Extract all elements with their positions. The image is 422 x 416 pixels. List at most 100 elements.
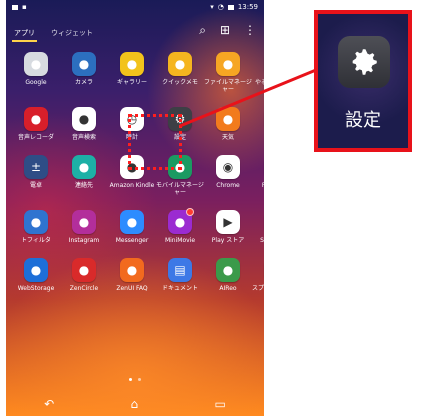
tab-apps[interactable]: アプリ	[12, 22, 37, 42]
icon-glyph: ●	[30, 112, 42, 126]
more-menu-icon[interactable]: ⋮	[244, 24, 256, 36]
app-tile[interactable]: ● AIReo	[204, 258, 252, 292]
icon-glyph: ●	[78, 263, 90, 277]
app-tile[interactable]: ● カメラ	[60, 52, 108, 93]
icon-glyph: ▶	[223, 215, 233, 229]
app-label: Amazon Kindle	[109, 182, 155, 189]
app-label: スプレッドシート	[252, 285, 264, 292]
calculator-icon[interactable]: ±	[24, 155, 48, 179]
quick-memo-icon[interactable]: ●	[168, 52, 192, 76]
app-tile[interactable]: ▦スプレッドシート	[252, 258, 264, 292]
icon-glyph: ●	[174, 57, 186, 71]
app-tile[interactable]: ● MiniMovie	[156, 208, 204, 244]
app-label: トフィルタ	[21, 237, 51, 244]
signal-icon: ▾	[210, 3, 214, 11]
app-tile[interactable]: ●やることリスト	[252, 52, 264, 93]
callout-zoom: 設定	[314, 10, 412, 152]
app-tile[interactable]: ● クイックメモ	[156, 52, 204, 93]
app-label: 音声レコーダ	[17, 134, 54, 141]
search-icon[interactable]: ⌕	[199, 24, 206, 36]
play-store-icon[interactable]: ▶	[216, 210, 240, 234]
app-grid: ●Google●カメラ●ギャラリー●クイックメモ●ファイルマネージャー●やること…	[12, 52, 264, 306]
navigation-bar: ↶ ⌂ ▭	[6, 392, 264, 416]
app-tile[interactable]: ●電子書籍	[252, 107, 265, 141]
app-tile[interactable]: ● Messenger	[108, 210, 156, 244]
app-tile[interactable]: ● ZenUI FAQ	[108, 258, 156, 292]
notification-badge	[186, 208, 194, 216]
icon-glyph: ●	[126, 57, 138, 71]
app-tile[interactable]: ● ZenCircle	[60, 258, 108, 292]
app-label: モバイルマネージャー	[156, 182, 204, 196]
callout-label: 設定	[345, 110, 381, 131]
app-tile[interactable]: ● WebStorage	[12, 258, 60, 292]
file-manager-icon[interactable]: ●	[216, 52, 240, 76]
home-icon[interactable]: ⌂	[131, 397, 139, 411]
page-dot	[138, 378, 141, 381]
icon-glyph: ●	[126, 215, 138, 229]
status-time: 13:59	[237, 3, 258, 11]
app-row: ● トフィルタ ● Instagram ● Messenger ● MiniMovie ▶ Pla…	[12, 208, 264, 244]
weather-icon[interactable]: ●	[216, 107, 240, 131]
gallery-icon[interactable]: ●	[120, 52, 144, 76]
app-label: 天気	[221, 134, 234, 141]
camera-icon[interactable]: ●	[72, 52, 96, 76]
webstorage-icon[interactable]: ●	[24, 258, 48, 282]
grid-view-icon[interactable]: ⊞	[220, 24, 230, 36]
zenui-faq-icon[interactable]: ●	[120, 258, 144, 282]
voice-search-icon[interactable]: ●	[72, 107, 96, 131]
app-tile[interactable]: ●SuperNote	[252, 210, 264, 244]
documents-icon[interactable]: ▤	[168, 258, 192, 282]
google-folder-icon[interactable]: ●	[24, 52, 48, 76]
recents-icon[interactable]: ▭	[214, 397, 225, 411]
chrome-icon[interactable]: ◉	[216, 155, 240, 179]
app-tile[interactable]: ● Google	[12, 52, 60, 93]
notification-icon	[12, 4, 18, 10]
app-tile[interactable]: ▤ ドキュメント	[156, 258, 204, 292]
tab-widgets[interactable]: ウィジェット	[51, 22, 93, 38]
icon-glyph: ●	[30, 215, 42, 229]
app-tile[interactable]: ● ファイルマネージャー	[204, 52, 252, 93]
icon-glyph: ●	[222, 112, 234, 126]
aireo-icon[interactable]: ●	[216, 258, 240, 282]
app-label: クイックメモ	[162, 79, 198, 86]
wifi-icon: ◔	[217, 3, 224, 11]
icon-glyph: ●	[78, 160, 90, 174]
status-bar: ▪ ▾ ◔ 13:59	[6, 0, 264, 14]
app-label: ファイルマネージャー	[204, 79, 252, 93]
app-tile[interactable]: ● 音声レコーダ	[12, 107, 60, 141]
voice-recorder-icon[interactable]: ●	[24, 107, 48, 131]
app-tile[interactable]: ± 電卓	[12, 155, 60, 196]
app-tile[interactable]: ◉ Chrome	[204, 155, 252, 196]
app-tile[interactable]: ● Instagram	[60, 210, 108, 244]
back-icon[interactable]: ↶	[44, 397, 54, 411]
contacts-icon[interactable]: ●	[72, 155, 96, 179]
app-tile[interactable]: ● 音声検索	[60, 107, 108, 141]
app-tile[interactable]: fFacebook	[252, 155, 264, 196]
minimovie-icon[interactable]: ●	[168, 208, 194, 234]
app-label: Google	[25, 79, 47, 86]
zencircle-icon[interactable]: ●	[72, 258, 96, 282]
app-label: WebStorage	[17, 285, 55, 292]
icon-glyph: ●	[78, 57, 90, 71]
icon-glyph: ◉	[222, 160, 234, 174]
instagram-icon[interactable]: ●	[72, 210, 96, 234]
drawer-actions: ⌕ ⊞ ⋮	[199, 22, 256, 36]
icon-glyph: ●	[126, 263, 138, 277]
app-label: SuperNote	[260, 237, 264, 244]
app-tile[interactable]: ▶ Play ストア	[204, 210, 252, 244]
settings-highlight-box	[128, 114, 182, 170]
app-tile[interactable]: ● ギャラリー	[108, 52, 156, 93]
page-indicator	[6, 378, 264, 381]
status-left: ▪	[12, 3, 27, 11]
drawer-tabs: アプリ ウィジェット ⌕ ⊞ ⋮	[6, 22, 264, 46]
filter-app-icon[interactable]: ●	[24, 210, 48, 234]
app-label: 連絡先	[74, 182, 93, 189]
app-row: ● WebStorage ● ZenCircle ● ZenUI FAQ ▤ ドキュメント ● A…	[12, 258, 264, 292]
battery-small-icon: ▪	[22, 3, 27, 11]
app-label: Messenger	[115, 237, 149, 244]
app-tile[interactable]: ● 天気	[204, 107, 252, 141]
app-tile[interactable]: ● 連絡先	[60, 155, 108, 196]
app-label: AIReo	[219, 285, 237, 292]
app-tile[interactable]: ● トフィルタ	[12, 210, 60, 244]
messenger-icon[interactable]: ●	[120, 210, 144, 234]
